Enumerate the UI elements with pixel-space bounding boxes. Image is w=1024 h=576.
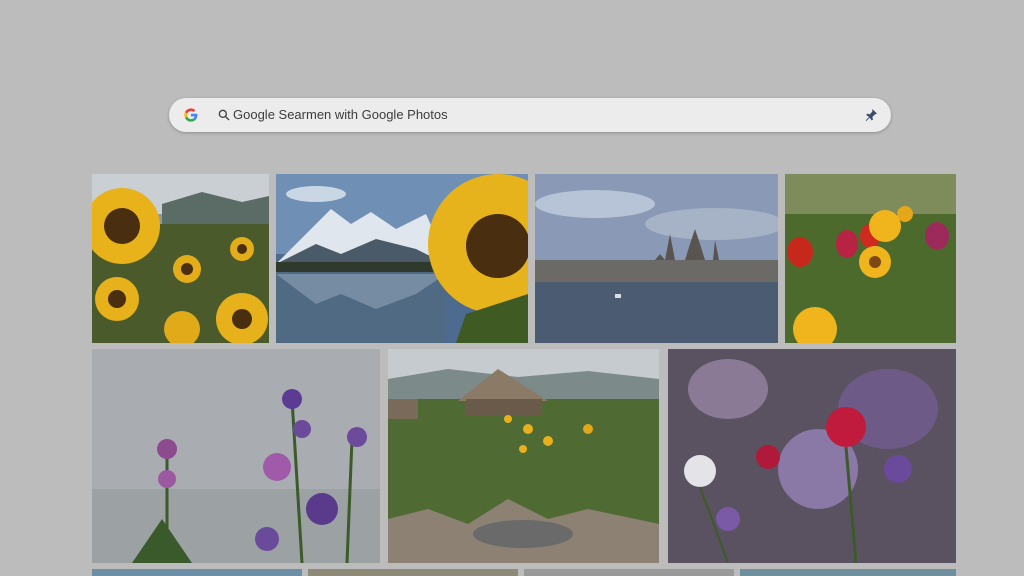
purple-wildflowers-image bbox=[92, 349, 380, 563]
photo-tile-tulips-garden[interactable] bbox=[785, 174, 956, 343]
pin-icon[interactable] bbox=[863, 107, 879, 123]
sunflowers-field-image bbox=[92, 174, 269, 343]
photo-tile-partial[interactable] bbox=[740, 569, 956, 576]
photo-tile-purple-wildflowers[interactable] bbox=[92, 349, 380, 563]
photo-tile-city-waterfront[interactable] bbox=[535, 174, 778, 343]
red-purple-flowers-image bbox=[668, 349, 956, 563]
photo-tile-red-purple-flowers[interactable] bbox=[668, 349, 956, 563]
photo-tile-partial[interactable] bbox=[92, 569, 302, 576]
search-input[interactable]: Google Searmen with Google Photos bbox=[233, 107, 448, 122]
photo-tile-sunflowers-field[interactable] bbox=[92, 174, 269, 343]
photo-tile-partial[interactable] bbox=[524, 569, 734, 576]
search-icon[interactable] bbox=[217, 108, 231, 122]
google-g-icon bbox=[184, 108, 198, 122]
search-bar[interactable]: Google Searmen with Google Photos bbox=[169, 98, 891, 132]
tulips-garden-image bbox=[785, 174, 956, 343]
cottage-garden-image bbox=[388, 349, 659, 563]
photo-tile-mountain-lake-sunflower[interactable] bbox=[276, 174, 528, 343]
city-waterfront-image bbox=[535, 174, 778, 343]
mountain-lake-image bbox=[276, 174, 528, 343]
photo-tile-cottage-garden-stream[interactable] bbox=[388, 349, 659, 563]
photo-tile-partial[interactable] bbox=[308, 569, 518, 576]
